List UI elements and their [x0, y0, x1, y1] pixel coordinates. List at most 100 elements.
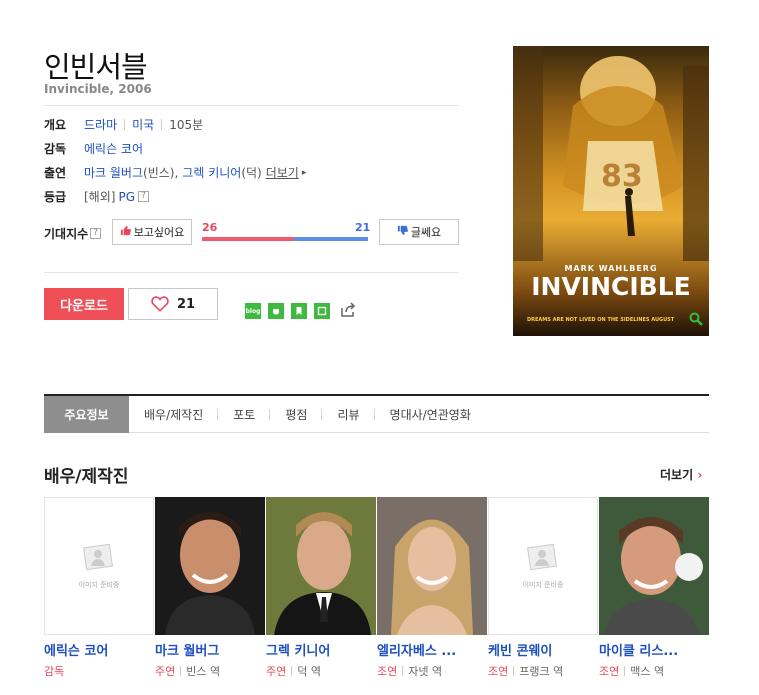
svg-text:83: 83: [601, 159, 643, 194]
role-type: 조연: [599, 665, 620, 678]
share-icons: blog: [245, 303, 330, 319]
like-count: 21: [176, 296, 196, 312]
not-sure-button[interactable]: 글쎄요: [379, 219, 459, 245]
person-card[interactable]: 마크 월버그 주연 빈스 역: [155, 497, 266, 679]
character-name: 맥스 역: [630, 665, 665, 678]
rating-grade-link[interactable]: PG: [118, 190, 135, 204]
tab-label: 리뷰: [337, 407, 360, 422]
bookmark-share-icon[interactable]: [291, 303, 307, 319]
no-image-text: 이미지 준비중: [522, 581, 564, 589]
person-card[interactable]: 마이클 리스... 조연 맥스 역: [599, 497, 710, 679]
info-rating-row: 등급 [해외] PG ?: [44, 188, 149, 205]
cast-crew-more-link[interactable]: 더보기 ›: [660, 466, 702, 483]
no-image-text: 이미지 준비중: [78, 581, 120, 589]
poster-title: INVINCIBLE: [531, 272, 691, 301]
divider: [513, 666, 515, 676]
cafe-share-icon[interactable]: [268, 303, 284, 319]
no-image-placeholder: 이미지 준비중: [44, 497, 154, 635]
zoom-icon[interactable]: [689, 311, 703, 330]
person-card[interactable]: 엘리자베스 ... 조연 자넷 역: [377, 497, 488, 679]
tab-photo[interactable]: 포토: [218, 396, 271, 433]
person-photo-icon: [83, 543, 113, 571]
movie-poster[interactable]: 83 MARK WAHLBERG INVINCIBLE DREAMS ARE N…: [513, 46, 709, 336]
info-cast-row: 출연 마크 월버그 (빈스) , 그렉 키니어 (덕) 더보기 ▸: [44, 164, 306, 181]
director-label: 감독: [44, 142, 67, 156]
character-name: 덕 역: [297, 665, 321, 678]
person-photo-icon: [527, 543, 557, 571]
person-role: 조연 맥스 역: [599, 663, 710, 679]
cast-list: 이미지 준비중 에릭슨 코어 감독 마크 월버그 주연 빈스 역 그렉 키니어 주…: [44, 497, 710, 679]
expectation-label: 기대지수: [44, 227, 89, 241]
tab-quotes-related[interactable]: 명대사/연관영화: [375, 396, 486, 433]
blog-share-icon[interactable]: blog: [245, 303, 261, 319]
more-label: 더보기: [660, 468, 694, 482]
rating-label: 등급: [44, 190, 67, 204]
cast-role-2: (덕): [241, 166, 262, 180]
info-director-row: 감독 에릭슨 코어: [44, 140, 143, 157]
character-name: 프랭크 역: [519, 665, 564, 678]
share-out-icon[interactable]: [339, 301, 357, 323]
expectation-bar-want-fill: [202, 237, 294, 241]
tab-rating[interactable]: 평점: [270, 396, 323, 433]
person-card[interactable]: 그렉 키니어 주연 덕 역: [266, 497, 377, 679]
character-name: 빈스 역: [186, 665, 221, 678]
thumbs-up-icon: [120, 225, 131, 239]
person-name[interactable]: 마이클 리스...: [599, 640, 710, 659]
person-photo: [266, 497, 376, 635]
cast-link-1[interactable]: 마크 월버그: [84, 164, 143, 181]
divider: [180, 666, 182, 676]
person-card[interactable]: 이미지 준비중 에릭슨 코어 감독: [44, 497, 155, 679]
chevron-right-icon: ▸: [301, 167, 307, 178]
tab-review[interactable]: 리뷰: [322, 396, 375, 433]
person-name[interactable]: 케빈 콘웨이: [488, 640, 599, 659]
person-role: 감독: [44, 663, 155, 679]
not-sure-count: 21: [355, 221, 371, 234]
cast-link-2[interactable]: 그렉 키니어: [182, 164, 241, 181]
cast-more-link[interactable]: 더보기: [266, 164, 299, 181]
want-to-see-button[interactable]: 보고싶어요: [112, 219, 192, 245]
cast-separator: ,: [174, 165, 179, 180]
person-role: 주연 덕 역: [266, 663, 377, 679]
rating-region: [해외]: [84, 190, 116, 204]
movie-title: 인빈서블: [44, 50, 148, 84]
expectation-help-icon[interactable]: ?: [90, 228, 102, 239]
tab-main-info[interactable]: 주요정보: [44, 395, 129, 433]
person-card[interactable]: 이미지 준비중 케빈 콘웨이 조연 프랭크 역: [488, 497, 599, 679]
divider: [161, 119, 163, 130]
poster-artwork: 83: [513, 46, 709, 261]
runtime: 105분: [169, 118, 204, 132]
person-name[interactable]: 마크 월버그: [155, 640, 266, 659]
role-type: 감독: [44, 665, 65, 678]
director-link[interactable]: 에릭슨 코어: [84, 140, 143, 157]
person-name[interactable]: 에릭슨 코어: [44, 640, 155, 659]
divider: [624, 666, 626, 676]
poster-tagline: DREAMS ARE NOT LIVED ON THE SIDELINES AU…: [527, 317, 675, 323]
download-button[interactable]: 다운로드: [44, 288, 124, 320]
divider: [291, 666, 293, 676]
tab-cast-crew[interactable]: 배우/제작진: [129, 396, 219, 433]
person-role: 주연 빈스 역: [155, 663, 266, 679]
tab-label: 명대사/연관영화: [389, 407, 471, 422]
no-image-placeholder: 이미지 준비중: [488, 497, 598, 635]
genre-link[interactable]: 드라마: [84, 116, 117, 133]
character-name: 자넷 역: [408, 665, 443, 678]
person-role: 조연 프랭크 역: [488, 663, 599, 679]
role-type: 주연: [155, 665, 176, 678]
chevron-right-icon: ›: [697, 468, 703, 482]
person-photo: [599, 497, 709, 635]
tab-label: 배우/제작진: [144, 407, 204, 422]
divider: [124, 119, 126, 130]
want-to-see-label: 보고싶어요: [133, 226, 185, 239]
rating-help-icon[interactable]: ?: [138, 191, 149, 202]
like-button[interactable]: 21: [128, 288, 218, 320]
role-type: 조연: [377, 665, 398, 678]
person-photo: [377, 497, 487, 635]
role-type: 주연: [266, 665, 287, 678]
tab-label: 포토: [233, 407, 256, 422]
person-name[interactable]: 그렉 키니어: [266, 640, 377, 659]
country-link[interactable]: 미국: [132, 116, 154, 133]
cast-crew-title: 배우/제작진: [44, 467, 129, 487]
tab-bar: 주요정보 배우/제작진 포토 평점 리뷰 명대사/연관영화: [44, 394, 709, 433]
memo-share-icon[interactable]: [314, 303, 330, 319]
person-name[interactable]: 엘리자베스 ...: [377, 640, 488, 659]
